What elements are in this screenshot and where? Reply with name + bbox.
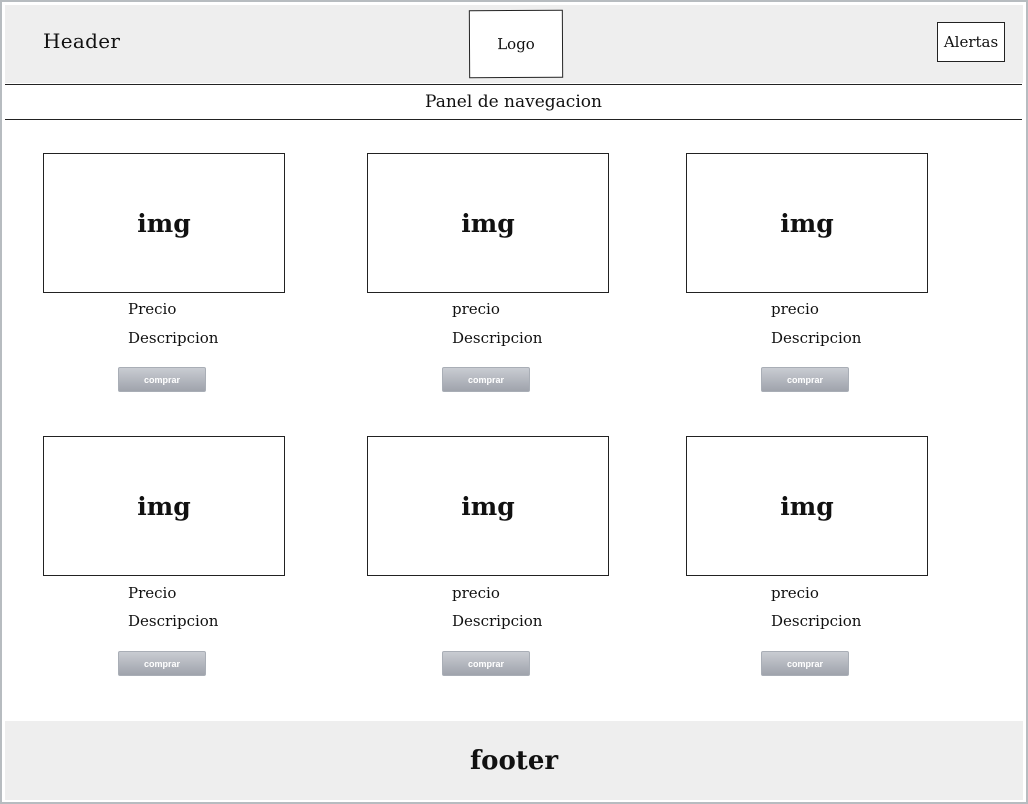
product-price: precio: [452, 584, 500, 602]
header: Header Logo Alertas: [5, 5, 1023, 83]
product-image[interactable]: img: [43, 436, 285, 576]
alerts-button[interactable]: Alertas: [937, 22, 1005, 62]
product-image[interactable]: img: [686, 436, 928, 576]
product-price: precio: [452, 300, 500, 318]
navigation-panel[interactable]: Panel de navegacion: [5, 84, 1022, 120]
product-price: Precio: [128, 300, 177, 318]
product-description: Descripcion: [771, 612, 862, 630]
buy-button[interactable]: comprar: [761, 367, 849, 392]
buy-button[interactable]: comprar: [118, 367, 206, 392]
product-image[interactable]: img: [686, 153, 928, 293]
product-description: Descripcion: [771, 329, 862, 347]
product-price: precio: [771, 584, 819, 602]
product-price: Precio: [128, 584, 177, 602]
product-image[interactable]: img: [367, 153, 609, 293]
header-title: Header: [43, 29, 121, 53]
product-price: precio: [771, 300, 819, 318]
buy-button[interactable]: comprar: [761, 651, 849, 676]
buy-button[interactable]: comprar: [442, 367, 530, 392]
page-frame: [0, 0, 1028, 804]
product-description: Descripcion: [452, 612, 543, 630]
logo[interactable]: Logo: [468, 9, 564, 79]
footer: footer: [5, 721, 1023, 800]
product-image[interactable]: img: [367, 436, 609, 576]
product-description: Descripcion: [128, 612, 219, 630]
buy-button[interactable]: comprar: [442, 651, 530, 676]
buy-button[interactable]: comprar: [118, 651, 206, 676]
product-image[interactable]: img: [43, 153, 285, 293]
product-description: Descripcion: [452, 329, 543, 347]
product-description: Descripcion: [128, 329, 219, 347]
